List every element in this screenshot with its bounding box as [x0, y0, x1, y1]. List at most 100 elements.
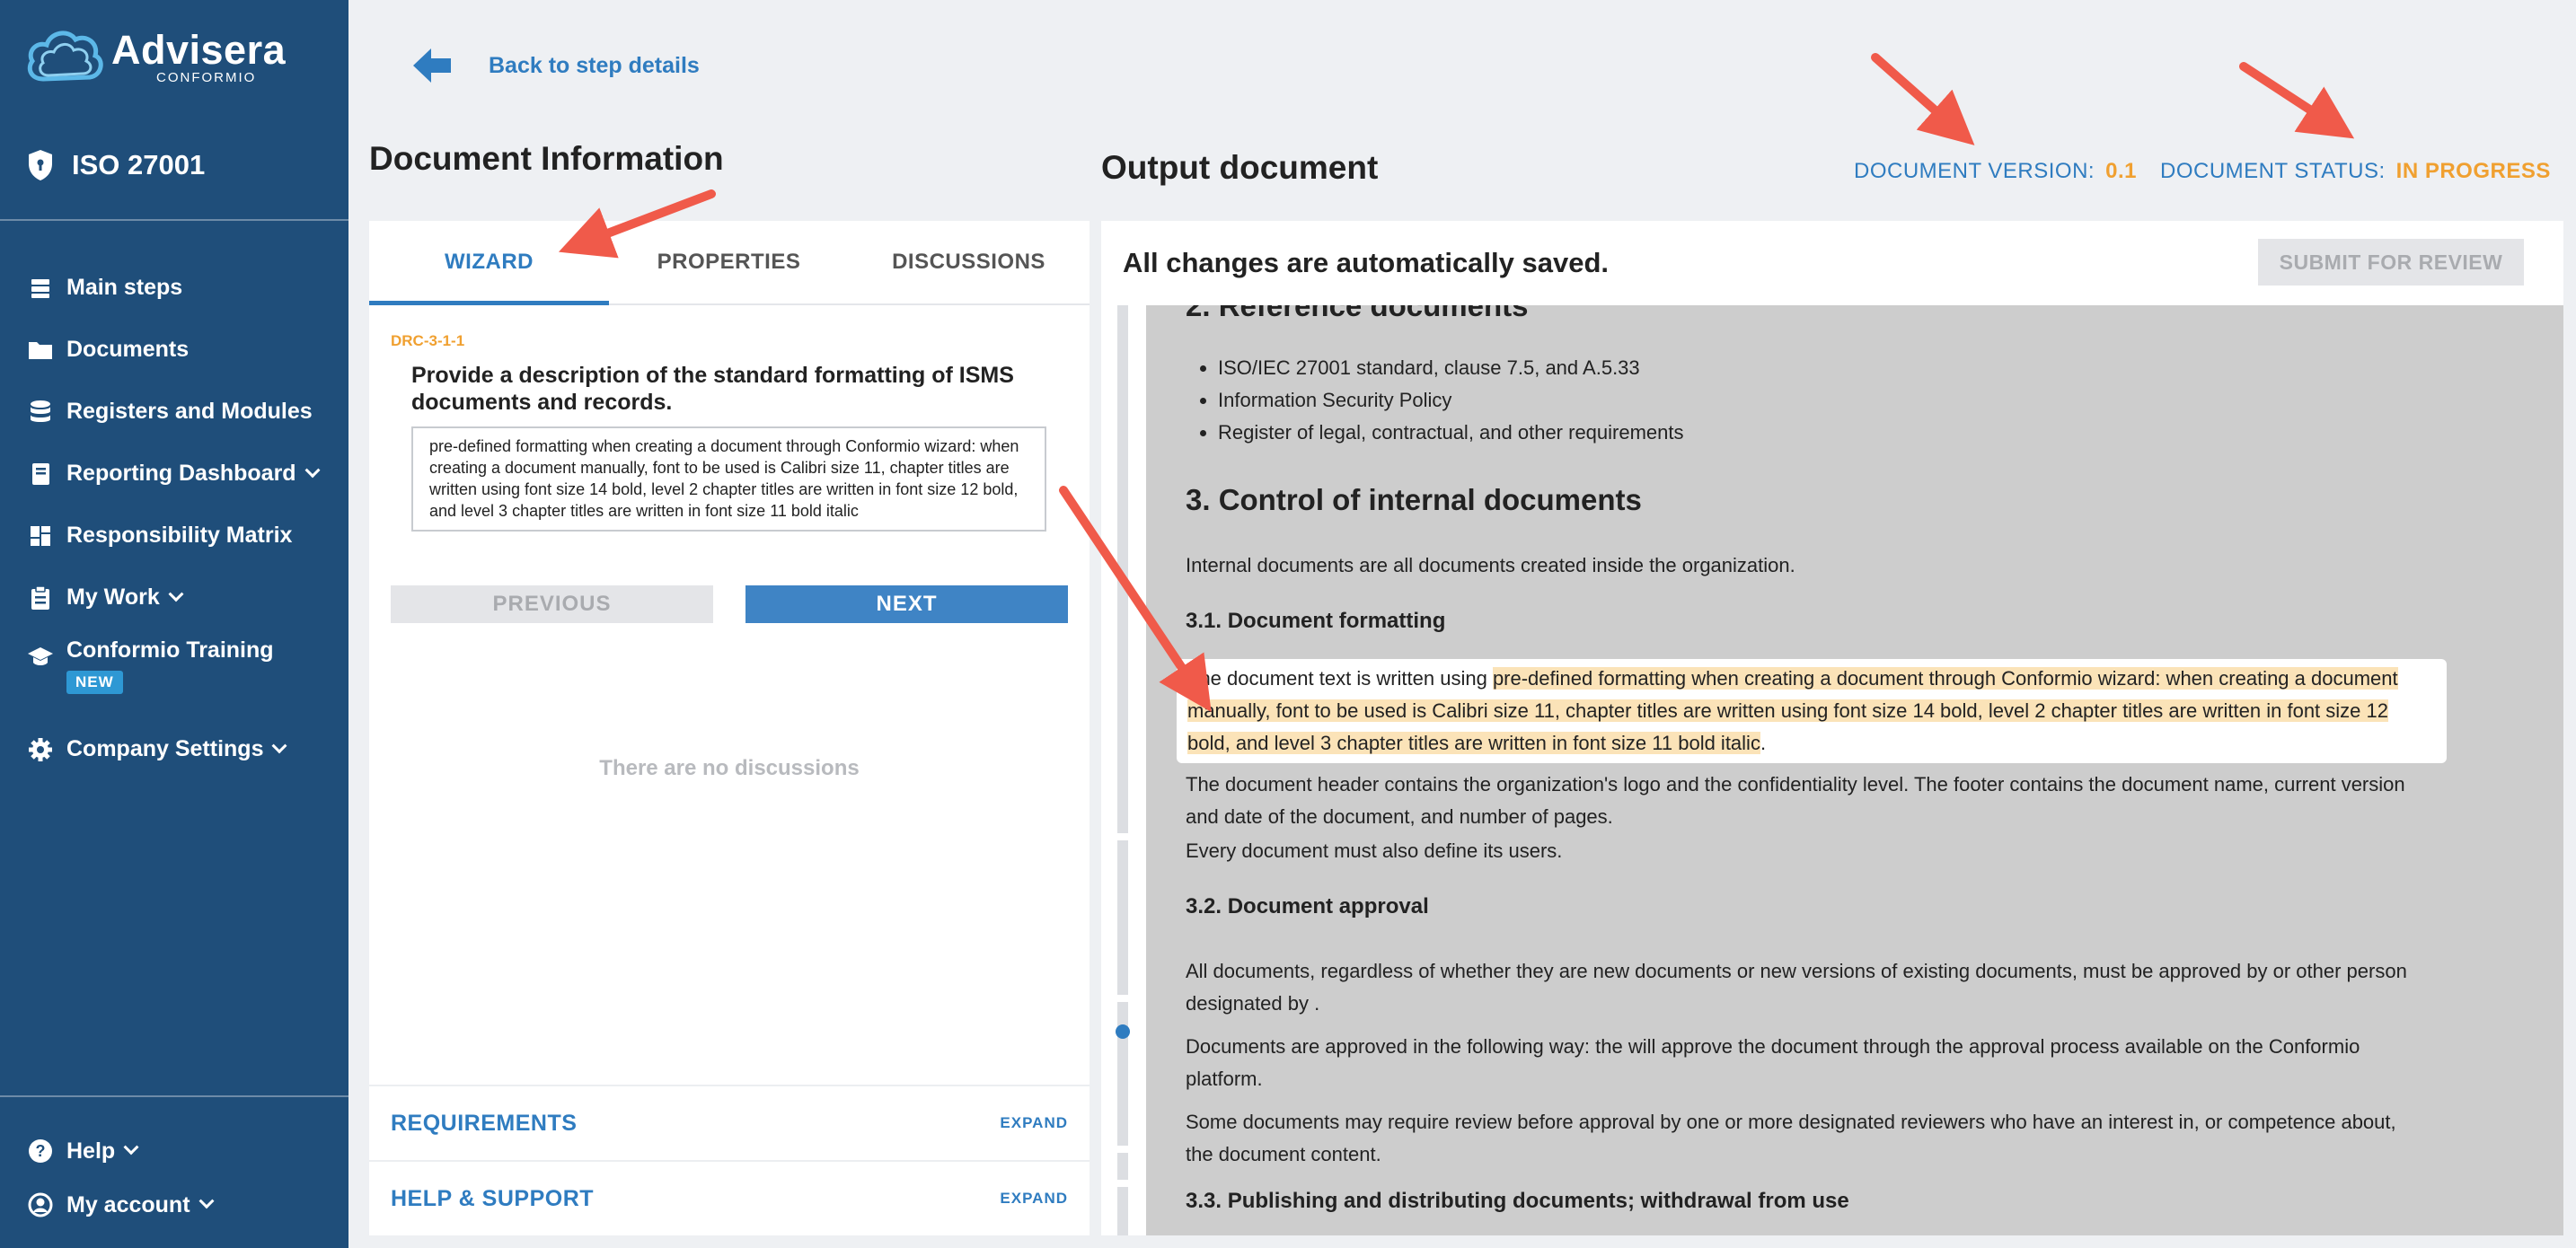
nav-reporting-dashboard[interactable]: Reporting Dashboard	[27, 443, 341, 505]
section-3-heading: 3. Control of internal documents	[1186, 483, 1642, 516]
document-preview: 2. Reference documents ISO/IEC 27001 sta…	[1146, 305, 2563, 1235]
section-3-1-paragraph: Every document must also define its user…	[1186, 839, 1563, 862]
question-code: DRC-3-1-1	[391, 332, 465, 349]
help-icon: ?	[27, 1138, 54, 1165]
submit-for-review-button[interactable]: SUBMIT FOR REVIEW	[2258, 239, 2524, 286]
highlighted-paragraph[interactable]: The document text is written using pre-d…	[1177, 659, 2447, 763]
nav-label: Documents	[66, 337, 190, 362]
chevron-down-icon	[198, 1193, 215, 1209]
requirements-label: REQUIREMENTS	[391, 1110, 578, 1136]
nav-main-steps[interactable]: Main steps	[27, 257, 341, 319]
nav-label: Company Settings	[66, 736, 264, 761]
chevron-down-icon	[271, 737, 287, 753]
sidebar-divider	[0, 219, 348, 221]
chevron-down-icon	[304, 461, 321, 478]
tab-discussions[interactable]: DISCUSSIONS	[849, 221, 1089, 303]
nav-conformio-training[interactable]: Conformio Training NEW	[27, 628, 341, 718]
autosave-bar: All changes are automatically saved. SUB…	[1101, 221, 2563, 305]
version-label: DOCUMENT VERSION:	[1854, 159, 2095, 183]
tab-wizard[interactable]: WIZARD	[369, 221, 609, 305]
section-2-heading: 2. Reference documents	[1186, 305, 1529, 322]
section-3-intro: Internal documents are all documents cre…	[1186, 554, 1795, 576]
section-3-2-paragraph: All documents, regardless of whether the…	[1186, 960, 2407, 1015]
sidebar-divider	[0, 1095, 348, 1097]
version-value: 0.1	[2105, 159, 2137, 183]
logo-subtitle: CONFORMIO	[156, 70, 257, 85]
section-3-3-heading: 3.3. Publishing and distributing documen…	[1186, 1189, 1849, 1213]
nav-documents[interactable]: Documents	[27, 319, 341, 381]
expand-button[interactable]: EXPAND	[1000, 1190, 1068, 1208]
tab-properties[interactable]: PROPERTIES	[609, 221, 849, 303]
document-status: DOCUMENT STATUS: IN PROGRESS	[2160, 159, 2551, 184]
gutter-bar	[1117, 1187, 1128, 1235]
section-3-1-paragraph: The document header contains the organiz…	[1186, 773, 2405, 828]
list-item: Information Security Policy	[1218, 384, 2425, 417]
gutter-bar	[1117, 1153, 1128, 1180]
autosave-text: All changes are automatically saved.	[1123, 247, 1610, 278]
output-document-title: Output document	[1101, 149, 1379, 186]
section-3-1-heading: 3.1. Document formatting	[1186, 609, 1446, 633]
section-3-2-paragraph: Documents are approved in the following …	[1186, 1035, 2360, 1090]
previous-button[interactable]: PREVIOUS	[391, 585, 713, 623]
help-support-label: HELP & SUPPORT	[391, 1185, 595, 1211]
chevron-down-icon	[123, 1139, 139, 1156]
gear-icon	[27, 736, 54, 763]
list-item: Register of legal, contractual, and othe…	[1218, 417, 2425, 449]
nav-label: My Work	[66, 584, 160, 610]
project-header: ISO 27001	[27, 149, 205, 181]
back-link[interactable]: Back to step details	[411, 45, 700, 86]
document-version: DOCUMENT VERSION: 0.1	[1854, 159, 2137, 184]
new-badge: NEW	[66, 671, 123, 694]
comment-marker[interactable]	[1116, 1024, 1130, 1039]
nav-my-work[interactable]: My Work	[27, 567, 341, 628]
status-value: IN PROGRESS	[2395, 159, 2551, 183]
chevron-down-icon	[168, 585, 184, 602]
section-3-2-heading: 3.2. Document approval	[1186, 894, 1429, 918]
tab-bar: WIZARD PROPERTIES DISCUSSIONS	[369, 221, 1090, 305]
nav-company-settings[interactable]: Company Settings	[27, 718, 341, 780]
status-label: DOCUMENT STATUS:	[2160, 159, 2386, 183]
nav-label: Responsibility Matrix	[66, 523, 293, 548]
advisera-logo[interactable]: Advisera CONFORMIO	[23, 23, 286, 92]
nav-label: Conformio Training	[66, 637, 274, 663]
main-nav: Main steps Documents Registers and Modul…	[27, 257, 341, 780]
database-icon	[27, 399, 54, 426]
nav-help[interactable]: ? Help	[27, 1124, 341, 1178]
annotation-arrow	[2239, 62, 2355, 139]
nav-label: Registers and Modules	[66, 399, 313, 424]
back-link-label: Back to step details	[489, 52, 700, 78]
next-button[interactable]: NEXT	[745, 585, 1068, 623]
bottom-nav: ? Help My account	[27, 1124, 341, 1232]
clipboard-icon	[27, 584, 54, 611]
comment-gutter	[1101, 305, 1146, 1235]
no-discussions-text: There are no discussions	[599, 756, 860, 780]
gutter-bar	[1117, 305, 1128, 833]
nav-label: Help	[66, 1138, 116, 1164]
arrow-left-icon	[413, 48, 451, 83]
logo-wordmark: Advisera	[111, 27, 287, 73]
nav-label: My account	[66, 1191, 190, 1217]
svg-text:?: ?	[36, 1142, 46, 1160]
answer-field[interactable]: pre-defined formatting when creating a d…	[411, 426, 1046, 532]
nav-label: Reporting Dashboard	[66, 461, 296, 486]
annotation-arrow	[1871, 53, 1975, 145]
document-information-title: Document Information	[369, 140, 724, 177]
help-support-expander[interactable]: HELP & SUPPORT EXPAND	[369, 1160, 1090, 1235]
nav-registers[interactable]: Registers and Modules	[27, 381, 341, 443]
nav-my-account[interactable]: My account	[27, 1178, 341, 1232]
paragraph-suffix: .	[1760, 732, 1767, 754]
grid-icon	[27, 523, 54, 549]
section-3-2-paragraph: Some documents may require review before…	[1186, 1111, 2396, 1165]
nav-label: Main steps	[66, 275, 183, 300]
book-icon	[27, 461, 54, 488]
nav-responsibility-matrix[interactable]: Responsibility Matrix	[27, 505, 341, 567]
gutter-bar	[1117, 840, 1128, 995]
requirements-expander[interactable]: REQUIREMENTS EXPAND	[369, 1085, 1090, 1160]
expand-button[interactable]: EXPAND	[1000, 1114, 1068, 1132]
folder-icon	[27, 337, 54, 364]
output-document-panel: All changes are automatically saved. SUB…	[1101, 221, 2563, 1235]
question-text: Provide a description of the standard fo…	[411, 363, 1014, 415]
sidebar: Advisera CONFORMIO ISO 27001 Main steps …	[0, 0, 348, 1248]
shield-icon	[29, 150, 52, 180]
reference-list: ISO/IEC 27001 standard, clause 7.5, and …	[1186, 352, 2425, 449]
